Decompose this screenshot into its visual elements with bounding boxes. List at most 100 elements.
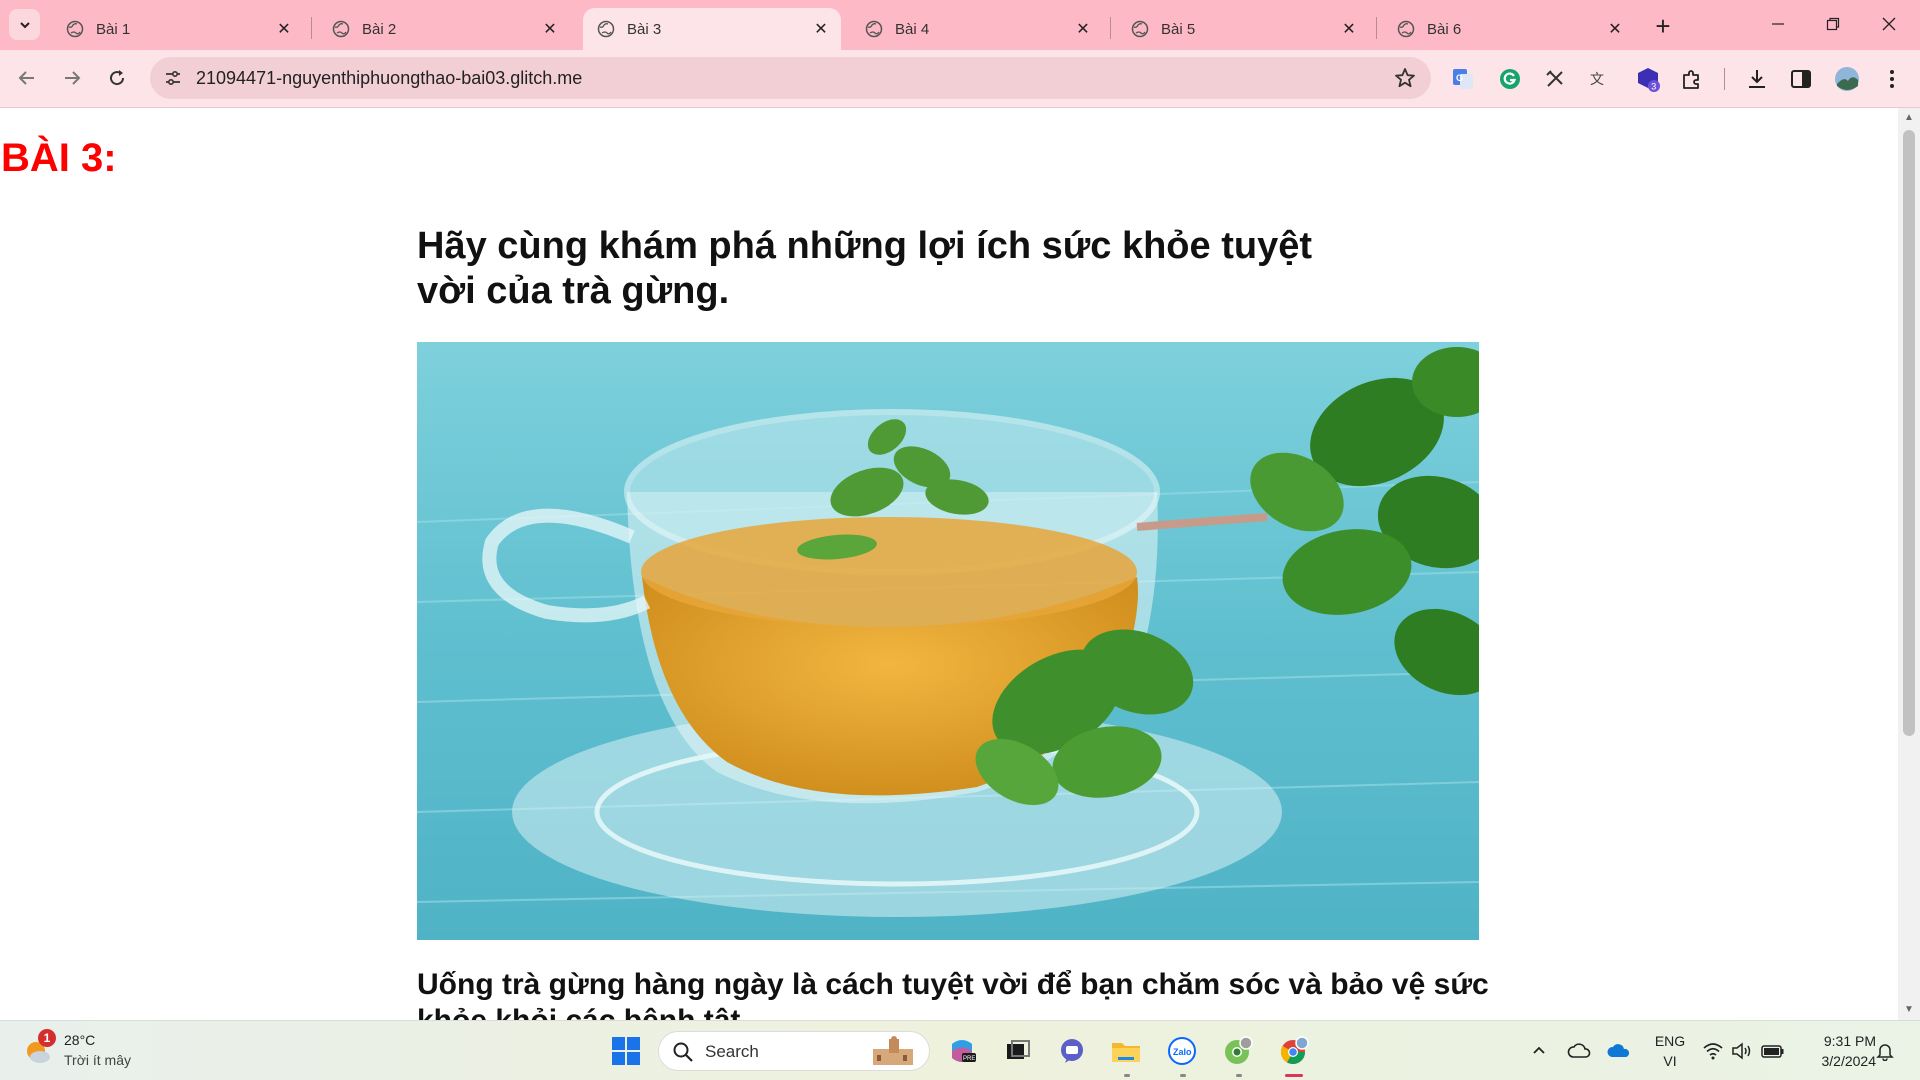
globe-icon bbox=[1131, 20, 1149, 38]
search-label: Search bbox=[705, 1042, 759, 1061]
windows-start-button[interactable] bbox=[608, 1033, 644, 1069]
svg-text:3: 3 bbox=[1651, 82, 1656, 92]
tab-title: Bài 4 bbox=[895, 20, 930, 38]
teams-chat-icon[interactable] bbox=[1054, 1033, 1090, 1069]
chevron-down-icon bbox=[19, 21, 30, 28]
weather-badge: 1 bbox=[38, 1029, 56, 1047]
svg-text:文: 文 bbox=[1590, 72, 1604, 88]
input-language-indicator[interactable]: ENG VI bbox=[1652, 1031, 1688, 1071]
scroll-up-arrow-icon[interactable]: ▲ bbox=[1903, 112, 1915, 124]
minimize-button[interactable] bbox=[1758, 6, 1798, 42]
restore-button[interactable] bbox=[1813, 6, 1853, 42]
new-tab-button[interactable]: + bbox=[1649, 11, 1677, 41]
svg-text:PRE: PRE bbox=[963, 1056, 975, 1062]
menu-kebab-icon[interactable] bbox=[1878, 65, 1906, 93]
page-heading: BÀI 3: bbox=[1, 136, 117, 180]
back-button[interactable] bbox=[10, 61, 44, 95]
scrollbar-thumb[interactable] bbox=[1903, 130, 1915, 736]
browser-toolbar: 21094471-nguyenthiphuongthao-bai03.glitc… bbox=[0, 50, 1920, 108]
language-secondary: VI bbox=[1663, 1053, 1677, 1069]
task-view-icon[interactable] bbox=[1000, 1033, 1036, 1069]
google-translate-icon[interactable]: G bbox=[1449, 65, 1477, 93]
site-info-button[interactable] bbox=[160, 65, 186, 91]
tab-separator bbox=[311, 17, 312, 39]
close-tab-icon[interactable]: ✕ bbox=[1605, 19, 1625, 39]
tab-bai-4[interactable]: Bài 4 ✕ bbox=[851, 8, 1103, 50]
article-paragraph: Uống trà gừng hàng ngày là cách tuyệt vờ… bbox=[417, 968, 1489, 1020]
globe-icon bbox=[865, 20, 883, 38]
chrome-active-icon[interactable] bbox=[1276, 1033, 1312, 1069]
onedrive-icon[interactable] bbox=[1605, 1037, 1633, 1065]
close-tab-icon[interactable]: ✕ bbox=[1339, 19, 1359, 39]
system-clock[interactable]: 9:31 PM 3/2/2024 bbox=[1796, 1031, 1877, 1071]
extension-badge-icon[interactable]: 3 bbox=[1634, 65, 1662, 93]
minimize-icon bbox=[1772, 23, 1784, 25]
tab-title: Bài 3 bbox=[627, 20, 662, 38]
tab-strip: Bài 1 ✕ Bài 2 ✕ Bài 3 ✕ Bài 4 ✕ Bài 5 ✕ … bbox=[0, 0, 1920, 50]
cloud-outline-icon[interactable] bbox=[1565, 1037, 1593, 1065]
copilot-icon[interactable]: PRE bbox=[944, 1033, 980, 1069]
toolbar-separator bbox=[1724, 68, 1725, 90]
wifi-icon[interactable] bbox=[1699, 1037, 1727, 1065]
language-primary: ENG bbox=[1654, 1033, 1686, 1049]
tab-bai-3[interactable]: Bài 3 ✕ bbox=[583, 8, 841, 50]
close-tab-icon[interactable]: ✕ bbox=[540, 19, 560, 39]
puzzle-icon[interactable] bbox=[1678, 65, 1706, 93]
side-panel-icon[interactable] bbox=[1787, 65, 1815, 93]
translate-extension-icon[interactable]: 文 bbox=[1586, 65, 1614, 93]
taskbar-search-box[interactable]: Search bbox=[658, 1031, 930, 1071]
tab-bai-6[interactable]: Bài 6 ✕ bbox=[1383, 8, 1635, 50]
arrow-right-icon bbox=[65, 71, 81, 85]
reload-button[interactable] bbox=[100, 61, 134, 95]
running-indicator bbox=[1124, 1074, 1130, 1077]
windows-taskbar: 1 28°C Trời ít mây Search PRE Zalo ENG V… bbox=[0, 1020, 1920, 1080]
address-bar[interactable]: 21094471-nguyenthiphuongthao-bai03.glitc… bbox=[150, 57, 1431, 99]
restore-icon bbox=[1826, 17, 1840, 31]
battery-icon[interactable] bbox=[1759, 1037, 1787, 1065]
chrome-profile-icon[interactable] bbox=[1220, 1033, 1256, 1069]
tea-cup-image bbox=[417, 342, 1479, 940]
close-tab-icon[interactable]: ✕ bbox=[1073, 19, 1093, 39]
vertical-scrollbar[interactable]: ▲ ▼ bbox=[1898, 108, 1920, 1020]
arrow-left-icon bbox=[18, 71, 34, 85]
globe-icon bbox=[66, 20, 84, 38]
close-tab-icon[interactable]: ✕ bbox=[811, 19, 831, 39]
search-icon bbox=[673, 1042, 693, 1062]
clock-date: 3/2/2024 bbox=[1821, 1053, 1877, 1069]
tab-bai-2[interactable]: Bài 2 ✕ bbox=[318, 8, 570, 50]
page-viewport: BÀI 3: Hãy cùng khám phá những lợi ích s… bbox=[0, 108, 1898, 1020]
weather-temperature: 28°C bbox=[64, 1032, 96, 1048]
notification-bell-icon[interactable] bbox=[1871, 1037, 1899, 1065]
tune-icon bbox=[166, 70, 180, 86]
tab-bai-1[interactable]: Bài 1 ✕ bbox=[52, 8, 304, 50]
file-explorer-icon[interactable] bbox=[1108, 1033, 1144, 1069]
svg-text:Zalo: Zalo bbox=[1173, 1047, 1192, 1057]
article-title: Hãy cùng khám phá những lợi ích sức khỏe… bbox=[417, 225, 1312, 312]
globe-icon bbox=[597, 20, 615, 38]
close-tab-icon[interactable]: ✕ bbox=[274, 19, 294, 39]
profile-avatar[interactable] bbox=[1833, 65, 1861, 93]
scroll-down-arrow-icon[interactable]: ▼ bbox=[1903, 1004, 1915, 1016]
weather-description: Trời ít mây bbox=[64, 1052, 131, 1068]
search-highlight-icon bbox=[873, 1036, 913, 1065]
svg-text:G: G bbox=[1456, 73, 1463, 83]
bookmark-star-icon[interactable] bbox=[1393, 66, 1417, 90]
tab-search-button[interactable] bbox=[9, 9, 40, 40]
show-hidden-icons-chevron-up-icon[interactable] bbox=[1525, 1037, 1553, 1065]
active-app-indicator bbox=[1285, 1074, 1303, 1077]
tab-separator bbox=[1376, 17, 1377, 39]
tools-extension-icon[interactable] bbox=[1541, 65, 1569, 93]
volume-icon[interactable] bbox=[1728, 1037, 1756, 1065]
globe-icon bbox=[1397, 20, 1415, 38]
grammarly-icon[interactable] bbox=[1496, 65, 1524, 93]
tab-title: Bài 2 bbox=[362, 20, 397, 38]
url-text: 21094471-nguyenthiphuongthao-bai03.glitc… bbox=[196, 68, 583, 88]
download-icon[interactable] bbox=[1743, 65, 1771, 93]
running-indicator bbox=[1180, 1074, 1186, 1077]
close-icon bbox=[1882, 17, 1896, 31]
close-window-button[interactable] bbox=[1869, 6, 1909, 42]
windows-logo-icon bbox=[612, 1037, 640, 1065]
tab-bai-5[interactable]: Bài 5 ✕ bbox=[1117, 8, 1369, 50]
zalo-icon[interactable]: Zalo bbox=[1164, 1033, 1200, 1069]
forward-button[interactable] bbox=[55, 61, 89, 95]
